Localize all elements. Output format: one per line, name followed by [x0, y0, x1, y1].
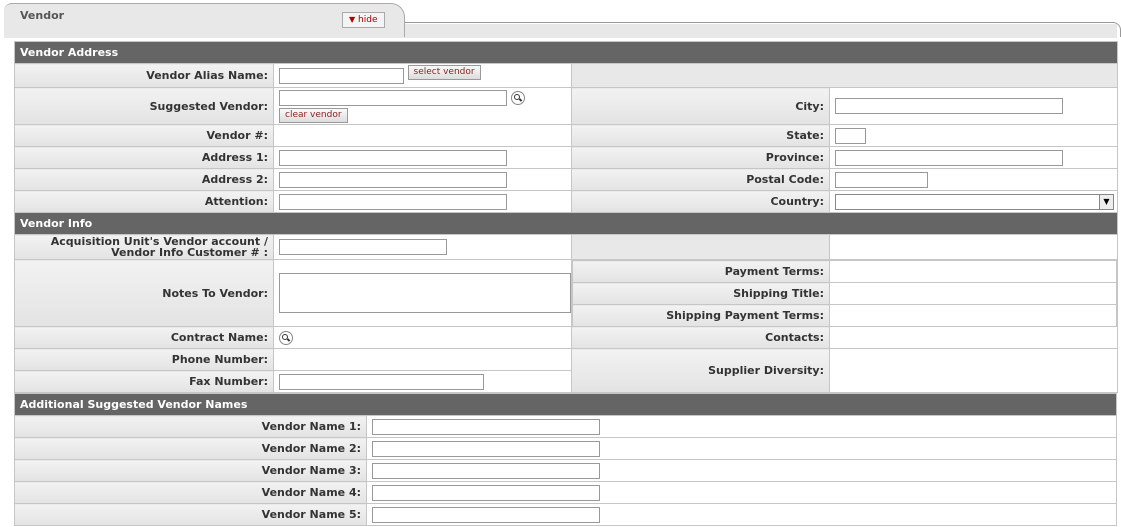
- shipping-title-label: Shipping Title:: [572, 282, 830, 305]
- city-label: City:: [571, 87, 830, 125]
- address1-cell: [273, 146, 572, 169]
- vendor-name-label: Vendor Name 5:: [14, 503, 367, 526]
- attention-label: Attention:: [14, 190, 274, 213]
- vendor-name-label: Vendor Name 3:: [14, 459, 367, 482]
- state-label: State:: [571, 124, 830, 147]
- fax-number-label: Fax Number:: [14, 370, 274, 393]
- vendor-number-value: [273, 124, 572, 147]
- payment-terms-label: Payment Terms:: [572, 260, 830, 283]
- address2-label: Address 2:: [14, 168, 274, 191]
- search-icon[interactable]: [510, 90, 525, 105]
- phone-number-label: Phone Number:: [14, 348, 274, 371]
- terms-block: Payment Terms: Shipping Title: Shipping …: [570, 259, 1119, 327]
- suggested-vendor-input[interactable]: [279, 89, 507, 106]
- vendor-address-header: Vendor Address: [13, 41, 1119, 64]
- province-input[interactable]: [835, 149, 1063, 166]
- attention-input[interactable]: [279, 193, 507, 210]
- triangle-down-icon: ▼: [349, 15, 356, 24]
- dropdown-arrow-icon: ▼: [1099, 194, 1113, 209]
- city-input[interactable]: [835, 98, 1063, 114]
- shipping-payment-terms-label: Shipping Payment Terms:: [572, 304, 830, 326]
- notes-to-vendor-cell: [273, 259, 572, 327]
- country-select[interactable]: ▼: [835, 193, 1114, 210]
- notes-to-vendor-label: Notes To Vendor:: [14, 259, 274, 327]
- search-icon[interactable]: [279, 330, 293, 345]
- terms-table: Payment Terms: Shipping Title: Shipping …: [572, 260, 1118, 326]
- supplier-diversity-label: Supplier Diversity:: [571, 348, 830, 393]
- supplier-diversity-value: [828, 348, 1119, 393]
- postal-code-label: Postal Code:: [571, 168, 830, 191]
- province-label: Province:: [571, 146, 830, 169]
- shipping-payment-terms-value: [828, 304, 1118, 326]
- vendor-name-3-input[interactable]: [372, 462, 600, 479]
- vendor-name-label: Vendor Name 4:: [14, 481, 367, 504]
- hide-button[interactable]: ▼ hide: [342, 12, 385, 28]
- vendor-tab: Vendor ▼ hide: [4, 3, 405, 37]
- additional-names-header: Additional Suggested Vendor Names: [14, 393, 1117, 416]
- vendor-account-input[interactable]: [279, 239, 447, 255]
- address1-input[interactable]: [279, 149, 507, 166]
- fax-number-cell: [273, 370, 572, 393]
- state-cell: [828, 124, 1119, 147]
- contract-name-cell: [273, 326, 572, 349]
- postal-code-cell: [828, 168, 1119, 191]
- city-cell: [828, 87, 1119, 125]
- vendor-account-cell: [273, 234, 572, 260]
- tab-bar: Vendor ▼ hide: [0, 0, 1121, 38]
- clear-vendor-button[interactable]: clear vendor: [279, 107, 348, 123]
- hide-label: hide: [358, 15, 378, 25]
- payment-terms-value: [828, 260, 1118, 283]
- vendor-account-label: Acquisition Unit's Vendor account / Vend…: [14, 234, 274, 260]
- suggested-vendor-label: Suggested Vendor:: [14, 87, 274, 125]
- vendor-name-cell: [366, 415, 1117, 438]
- state-input[interactable]: [835, 127, 866, 144]
- vendor-name-cell: [366, 503, 1117, 526]
- tab-title: Vendor: [20, 9, 65, 22]
- province-cell: [828, 146, 1119, 169]
- vendor-panel: Vendor Address Vendor Alias Name: select…: [13, 41, 1119, 526]
- vendor-alias-name-input[interactable]: [279, 67, 404, 84]
- contacts-value: [828, 326, 1119, 349]
- address1-label: Address 1:: [14, 146, 274, 169]
- notes-to-vendor-textarea[interactable]: [279, 273, 571, 313]
- vendor-alias-name-label: Vendor Alias Name:: [14, 63, 274, 88]
- vendor-name-cell: [366, 481, 1117, 504]
- additional-names-table: Additional Suggested Vendor Names Vendor…: [14, 393, 1117, 526]
- empty-cell: [571, 234, 830, 260]
- vendor-name-5-input[interactable]: [372, 506, 600, 523]
- country-cell: ▼: [828, 190, 1119, 213]
- vendor-info-header: Vendor Info: [13, 212, 1119, 235]
- vendor-alias-name-cell: select vendor: [273, 63, 572, 88]
- fax-number-input[interactable]: [279, 373, 484, 390]
- suggested-vendor-cell: clear vendor: [273, 87, 572, 125]
- vendor-address-table: Vendor Address Vendor Alias Name: select…: [13, 41, 1119, 393]
- attention-cell: [273, 190, 572, 213]
- contacts-label: Contacts:: [571, 326, 830, 349]
- vendor-name-cell: [366, 437, 1117, 460]
- vendor-number-label: Vendor #:: [14, 124, 274, 147]
- contract-name-label: Contract Name:: [14, 326, 274, 349]
- vendor-name-2-input[interactable]: [372, 440, 600, 457]
- vendor-name-4-input[interactable]: [372, 484, 600, 501]
- postal-code-input[interactable]: [835, 171, 928, 188]
- vendor-name-label: Vendor Name 1:: [14, 415, 367, 438]
- vendor-name-label: Vendor Name 2:: [14, 437, 367, 460]
- phone-number-value: [273, 348, 572, 371]
- address2-input[interactable]: [279, 171, 507, 188]
- empty-cell: [828, 234, 1119, 260]
- vendor-name-1-input[interactable]: [372, 418, 600, 435]
- country-label: Country:: [571, 190, 830, 213]
- address2-cell: [273, 168, 572, 191]
- vendor-name-cell: [366, 459, 1117, 482]
- shipping-title-value: [828, 282, 1118, 305]
- select-vendor-button[interactable]: select vendor: [407, 65, 481, 80]
- empty-cell: [570, 63, 1119, 88]
